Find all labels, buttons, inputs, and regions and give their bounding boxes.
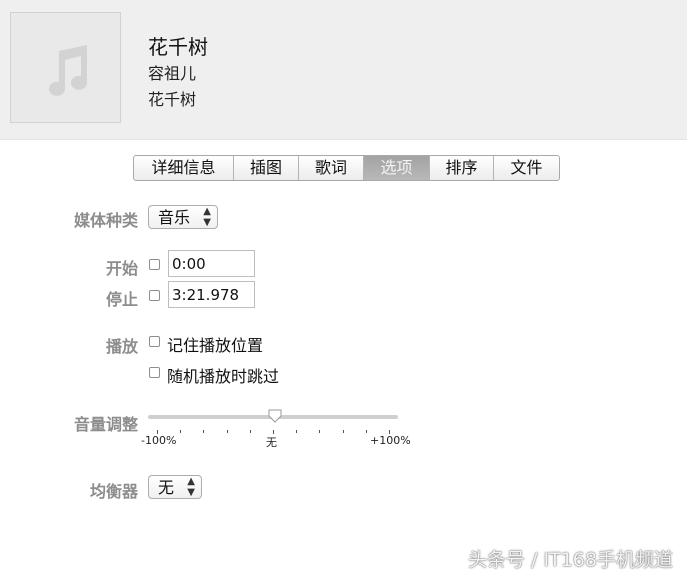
tab-artwork[interactable]: 插图 <box>234 156 299 180</box>
info-tab-bar: 详细信息 插图 歌词 选项 排序 文件 <box>133 155 560 181</box>
tab-details[interactable]: 详细信息 <box>134 156 234 180</box>
song-album: 花千树 <box>148 90 197 109</box>
volume-max-label: +100% <box>370 434 411 447</box>
song-title: 花千树 <box>148 35 208 59</box>
start-checkbox[interactable] <box>149 259 160 270</box>
chevron-updown-icon: ▲ ▼ <box>187 476 195 498</box>
remember-position-checkbox[interactable] <box>149 336 160 347</box>
tab-file[interactable]: 文件 <box>494 156 559 180</box>
volume-slider-thumb[interactable] <box>268 409 282 423</box>
volume-label: 音量调整 <box>73 415 138 434</box>
chevron-updown-icon: ▲ ▼ <box>203 206 211 228</box>
song-artist: 容祖儿 <box>148 64 197 83</box>
volume-tick <box>249 430 251 433</box>
music-note-icon <box>49 45 87 96</box>
media-kind-value: 音乐 <box>158 208 191 227</box>
tab-sorting[interactable]: 排序 <box>430 156 494 180</box>
volume-tick <box>319 430 321 433</box>
equalizer-select[interactable]: 无 ▲ ▼ <box>148 475 202 499</box>
song-header: 花千树 容祖儿 花千树 <box>0 0 687 140</box>
stop-checkbox[interactable] <box>149 290 160 301</box>
volume-mid-label: 无 <box>266 436 277 449</box>
skip-shuffle-text: 随机播放时跳过 <box>167 367 280 386</box>
watermark: 头条号 / IT168手机频道 <box>468 549 673 571</box>
volume-tick <box>180 430 182 433</box>
volume-tick <box>342 430 344 433</box>
playback-label: 播放 <box>105 337 138 356</box>
volume-min-label: -100% <box>141 434 177 447</box>
volume-tick <box>296 430 298 433</box>
remember-position-text: 记住播放位置 <box>167 336 264 355</box>
start-label: 开始 <box>105 259 138 278</box>
media-kind-select[interactable]: 音乐 ▲ ▼ <box>148 205 218 229</box>
volume-tick <box>203 430 205 433</box>
volume-tick <box>226 430 228 433</box>
stop-label: 停止 <box>105 290 138 309</box>
volume-tick <box>365 430 367 433</box>
tab-lyrics[interactable]: 歌词 <box>299 156 364 180</box>
skip-shuffle-checkbox[interactable] <box>149 367 160 378</box>
start-time-field[interactable]: 0:00 <box>168 250 255 277</box>
stop-time-field[interactable]: 3:21.978 <box>168 281 255 308</box>
tab-options[interactable]: 选项 <box>364 156 430 180</box>
equalizer-value: 无 <box>158 478 175 497</box>
album-artwork[interactable] <box>10 12 121 123</box>
equalizer-label: 均衡器 <box>89 482 138 501</box>
media-kind-label: 媒体种类 <box>73 211 138 230</box>
